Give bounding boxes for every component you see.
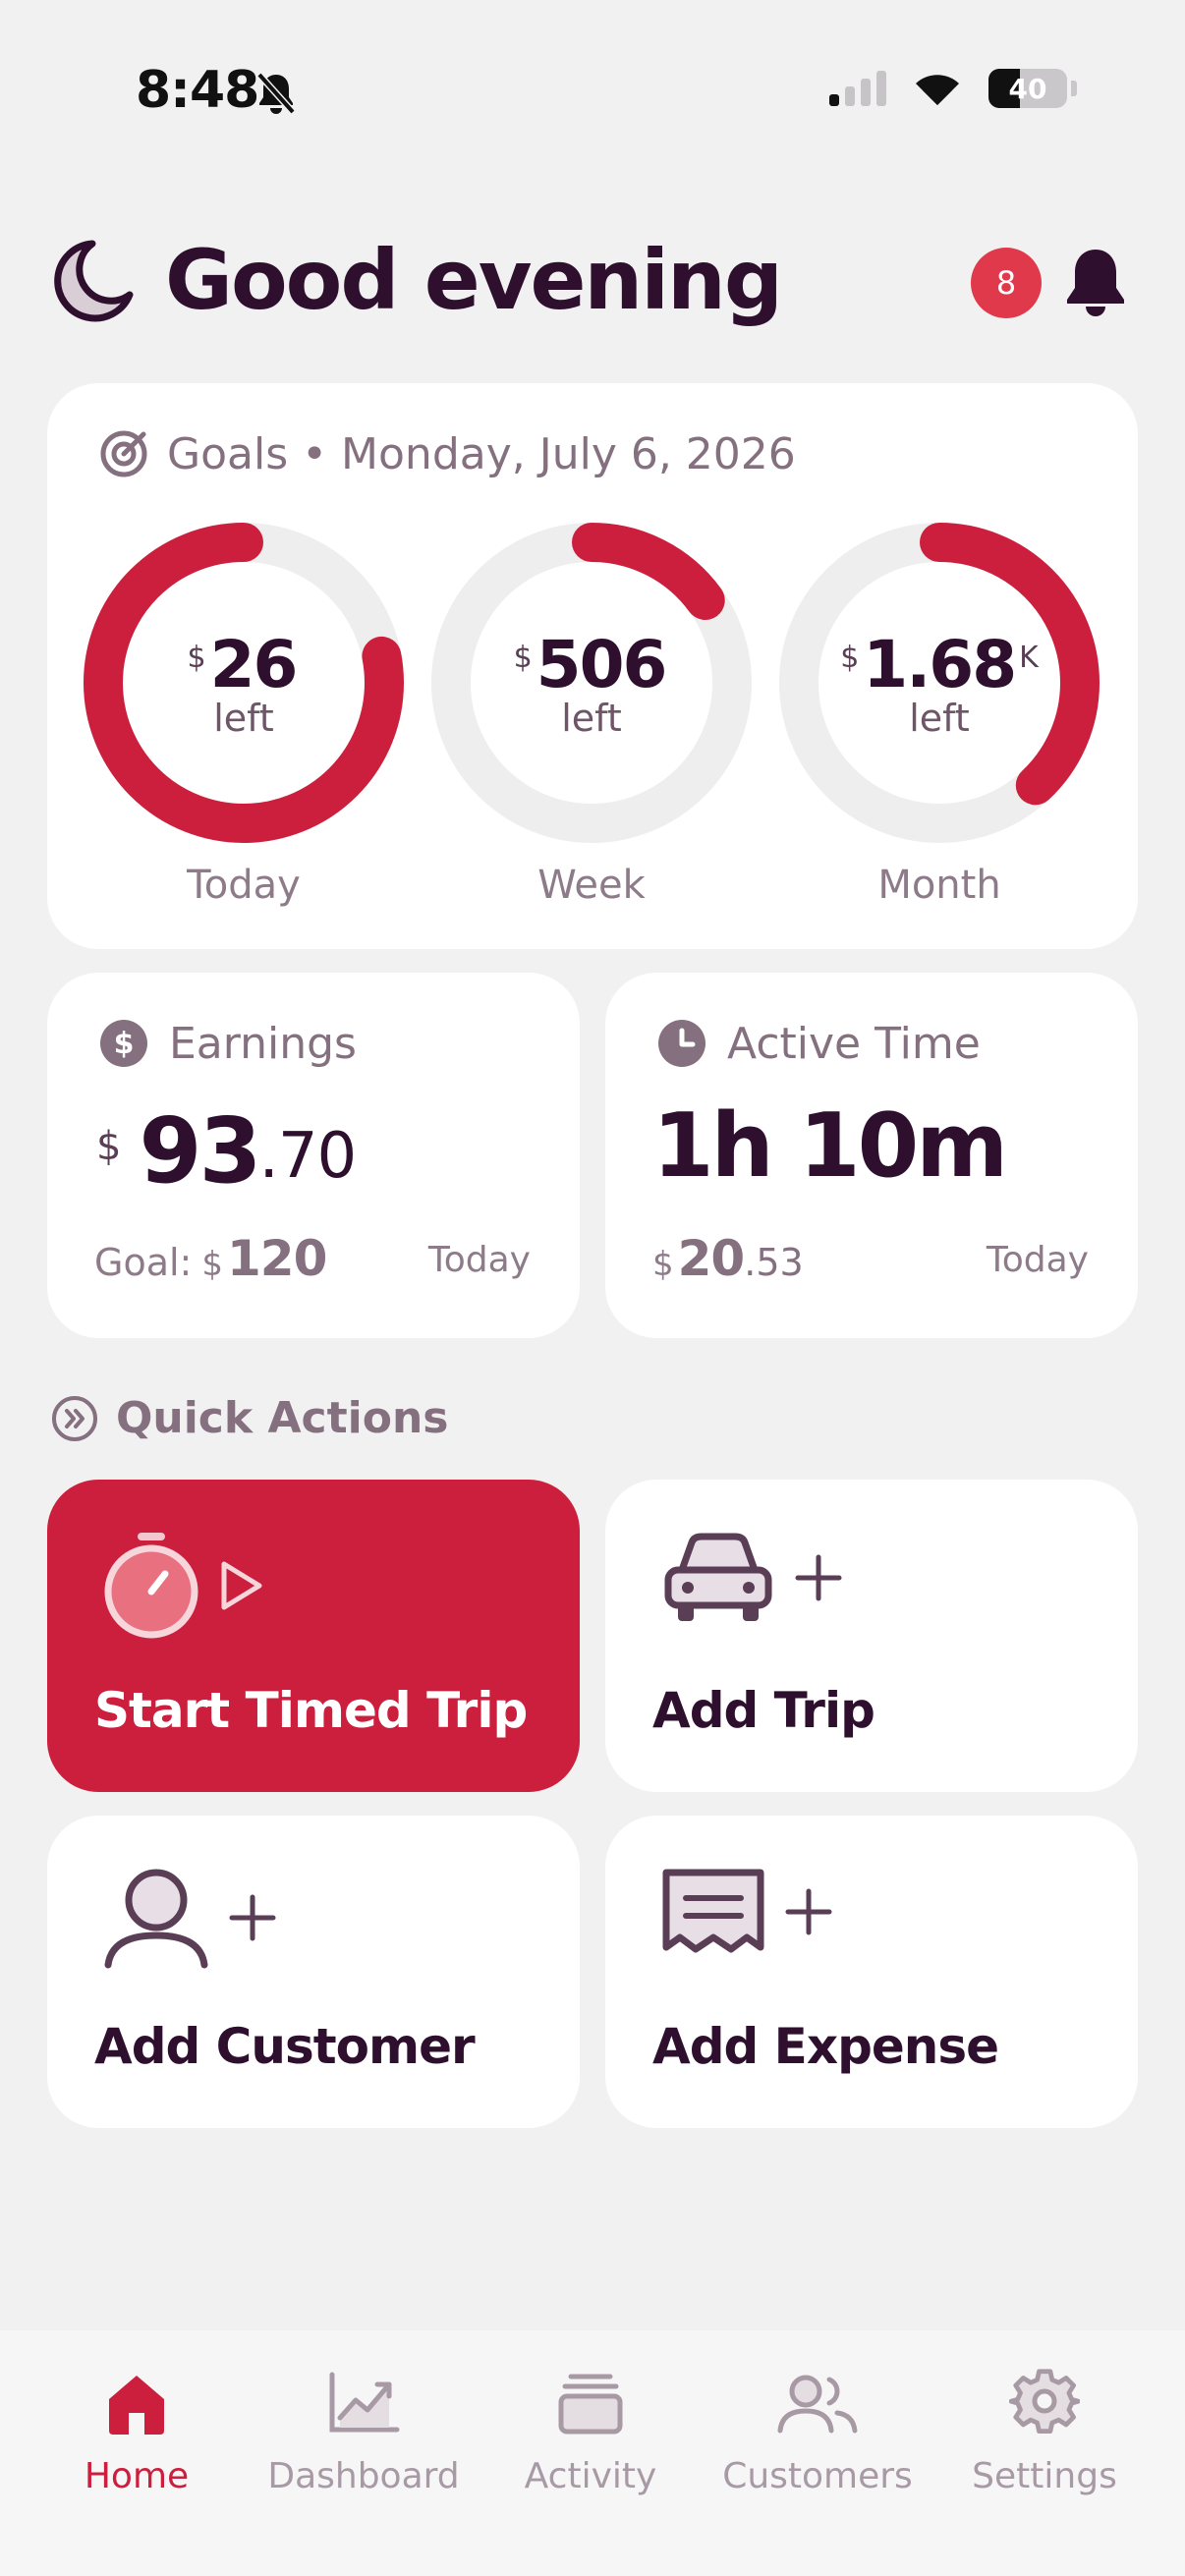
earnings-currency: $ [96, 1124, 122, 1169]
bell-icon[interactable] [1061, 246, 1130, 322]
start-timed-trip-button[interactable]: Start Timed Trip [47, 1480, 580, 1792]
add-expense-button[interactable]: Add Expense [605, 1816, 1138, 2128]
car-icon [664, 1533, 772, 1621]
dollar-icon: $ [100, 1020, 147, 1067]
active-time-title: Active Time [727, 1018, 981, 1069]
tab-customers[interactable]: Customers [705, 2366, 931, 2496]
goal-ring-month-center: $ 1.68 K left [777, 521, 1101, 845]
active-time-rate-currency: $ [652, 1245, 674, 1284]
tab-customers-label: Customers [722, 2456, 913, 2496]
plus-icon [795, 1554, 842, 1601]
earnings-cents: .70 [258, 1120, 357, 1193]
goal-month-amount: 1.68 [863, 626, 1017, 702]
target-icon [100, 430, 147, 477]
active-time-card[interactable]: Active Time 1h 10m $ 20 .53 Today [605, 973, 1138, 1338]
active-time-header: Active Time [656, 1018, 981, 1069]
double-chevron-icon [52, 1395, 97, 1441]
active-time-period: Today [986, 1240, 1089, 1280]
earnings-goal-currency: $ [201, 1245, 223, 1284]
plus-icon [785, 1888, 832, 1935]
battery-tip [1071, 81, 1077, 96]
stopwatch-icon [104, 1533, 198, 1639]
tab-home[interactable]: Home [24, 2366, 250, 2496]
active-time-rate-whole: 20 [677, 1230, 746, 1287]
goal-ring-week: $ 506 left [429, 521, 754, 845]
home-icon [109, 2376, 164, 2435]
tab-dashboard-label: Dashboard [267, 2456, 460, 2496]
tab-dashboard[interactable]: Dashboard [251, 2366, 477, 2496]
goal-today-currency: $ [187, 640, 206, 675]
receipt-icon [662, 1869, 764, 1953]
earnings-goal-amount: 120 [226, 1230, 327, 1287]
goal-month-suffix: K [1019, 640, 1039, 675]
user-icon [104, 1869, 208, 1969]
goal-today-sub: left [213, 696, 274, 740]
goal-week-currency: $ [513, 640, 533, 675]
plus-icon [229, 1894, 276, 1941]
goal-week-amount: 506 [536, 626, 668, 702]
battery-icon: 40 [988, 69, 1067, 108]
goal-month-label: Month [877, 863, 1001, 908]
start-timed-trip-label: Start Timed Trip [94, 1682, 528, 1739]
goal-ring-today-center: $ 26 left [82, 521, 406, 845]
goal-today-label: Today [187, 863, 301, 908]
add-trip-label: Add Trip [652, 1682, 875, 1739]
status-time: 8:48 [136, 61, 259, 120]
tab-bar: Home Dashboard Activity Customers Settin… [0, 2330, 1185, 2576]
active-time-value: 1h 10m [652, 1094, 1008, 1198]
wifi-icon [916, 75, 959, 105]
earnings-goal-label: Goal: [94, 1241, 193, 1284]
goal-ring-today: $ 26 left [82, 521, 406, 845]
cellular-signal-icon [829, 71, 886, 106]
chart-icon [329, 2372, 400, 2433]
goal-ring-week-center: $ 506 left [429, 521, 754, 845]
gear-icon [1009, 2369, 1080, 2434]
tab-home-label: Home [84, 2456, 190, 2496]
goal-month-currency: $ [840, 640, 860, 675]
earnings-amount: $ 93 .70 [96, 1098, 357, 1204]
goal-week-sub: left [561, 696, 622, 740]
greeting-title: Good evening [165, 232, 783, 328]
earnings-header: $ Earnings [98, 1018, 357, 1069]
active-time-rate-cents: .53 [744, 1241, 804, 1284]
tab-activity[interactable]: Activity [478, 2366, 704, 2496]
status-right: 40 [829, 69, 1077, 108]
tab-settings[interactable]: Settings [931, 2366, 1157, 2496]
earnings-card[interactable]: $ Earnings $ 93 .70 Goal: $ 120 Today [47, 973, 580, 1338]
moon-icon [53, 236, 136, 328]
goals-card[interactable]: Goals • Monday, July 6, 2026 $ 26 left T… [47, 383, 1138, 949]
goals-header: Goals • Monday, July 6, 2026 [98, 428, 796, 479]
earnings-title: Earnings [169, 1018, 357, 1069]
goal-ring-month: $ 1.68 K left [777, 521, 1101, 845]
goals-title: Goals • Monday, July 6, 2026 [167, 428, 796, 479]
stack-icon [558, 2374, 623, 2435]
earnings-goal: Goal: $ 120 [94, 1230, 327, 1287]
svg-text:$: $ [114, 1027, 135, 1061]
silent-bell-icon [255, 71, 297, 120]
goal-today-amount: 26 [209, 626, 299, 702]
add-customer-button[interactable]: Add Customer [47, 1816, 580, 2128]
play-icon [221, 1561, 262, 1610]
tab-activity-label: Activity [524, 2456, 657, 2496]
earnings-whole: 93 [139, 1098, 261, 1204]
quick-actions-title: Quick Actions [116, 1393, 449, 1443]
goal-week-label: Week [537, 863, 646, 908]
tab-settings-label: Settings [972, 2456, 1117, 2496]
clock-icon [658, 1020, 705, 1067]
battery-level: 40 [1008, 72, 1047, 105]
users-icon [777, 2375, 858, 2434]
notification-badge[interactable]: 8 [971, 248, 1042, 318]
add-trip-button[interactable]: Add Trip [605, 1480, 1138, 1792]
add-customer-label: Add Customer [94, 2018, 476, 2075]
goal-month-sub: left [909, 696, 970, 740]
earnings-period: Today [427, 1240, 531, 1280]
quick-actions-header: Quick Actions [51, 1393, 448, 1443]
add-expense-label: Add Expense [652, 2018, 999, 2075]
active-time-rate: $ 20 .53 [652, 1230, 804, 1287]
